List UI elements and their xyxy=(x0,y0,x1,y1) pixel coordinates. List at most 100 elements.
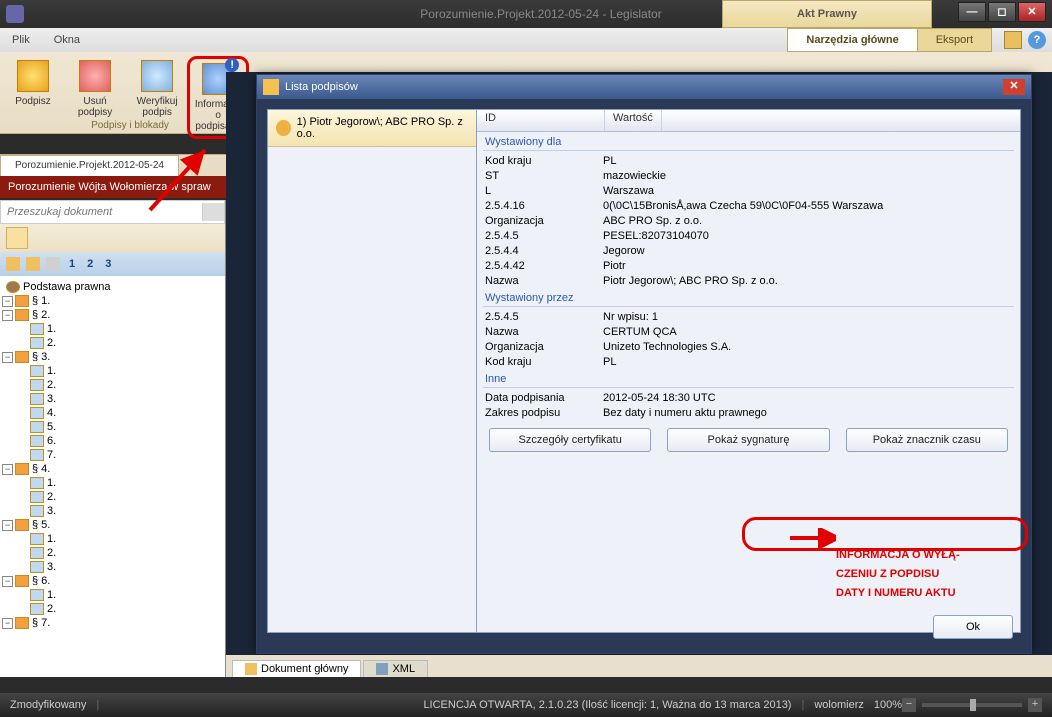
tab-narzedzia-glowne[interactable]: Narzędzia główne xyxy=(787,28,917,52)
menu-bar: Plik Okna Narzędzia główne Eksport ? xyxy=(0,28,1052,52)
tool-icon-1[interactable] xyxy=(6,257,20,271)
level-1[interactable]: 1 xyxy=(66,258,78,270)
section-wystawiony-dla: Wystawiony dla xyxy=(483,132,1014,151)
tree-node-s3-7[interactable]: 7. xyxy=(2,448,223,462)
tree-node-s5[interactable]: −§ 5. xyxy=(2,518,223,532)
detail-row[interactable]: LWarszawa xyxy=(483,183,1014,198)
tree-node-s5-2[interactable]: 2. xyxy=(2,546,223,560)
zoom-out-button[interactable]: − xyxy=(902,698,916,712)
zoom-thumb[interactable] xyxy=(970,699,976,711)
tree-node-s6[interactable]: −§ 6. xyxy=(2,574,223,588)
tree-node-s3-6[interactable]: 6. xyxy=(2,434,223,448)
detail-row[interactable]: OrganizacjaABC PRO Sp. z o.o. xyxy=(483,213,1014,228)
tree-node-s7[interactable]: −§ 7. xyxy=(2,616,223,630)
document-title-banner: Porozumienie Wójta Wołomierza w spraw xyxy=(0,176,226,198)
detail-row[interactable]: 2.5.4.42Piotr xyxy=(483,258,1014,273)
zoom-slider[interactable] xyxy=(922,703,1022,707)
tree-node-s5-3[interactable]: 3. xyxy=(2,560,223,574)
tree-node-s3[interactable]: −§ 3. xyxy=(2,350,223,364)
menu-plik[interactable]: Plik xyxy=(0,34,42,46)
search-input[interactable] xyxy=(1,206,202,218)
dialog-title: Lista podpisów xyxy=(285,81,358,93)
detail-key: Zakres podpisu xyxy=(485,407,603,419)
detail-row[interactable]: 2.5.4.4Jegorow xyxy=(483,243,1014,258)
para-icon xyxy=(15,351,29,363)
detail-row[interactable]: Kod krajuPL xyxy=(483,153,1014,168)
tree-node-s3-5[interactable]: 5. xyxy=(2,420,223,434)
sub-icon xyxy=(30,547,44,559)
detail-row[interactable]: 2.5.4.5Nr wpisu: 1 xyxy=(483,309,1014,324)
tab-dokument-glowny[interactable]: Dokument główny xyxy=(232,660,361,677)
detail-row[interactable]: Kod krajuPL xyxy=(483,354,1014,369)
detail-value: 0(\0C\15BronisÅ‚awa Czecha 59\0C\0F04-55… xyxy=(603,200,1012,212)
level-2[interactable]: 2 xyxy=(84,258,96,270)
menu-okna[interactable]: Okna xyxy=(42,34,92,46)
detail-key: 2.5.4.42 xyxy=(485,260,603,272)
detail-row[interactable]: NazwaPiotr Jegorow\; ABC PRO Sp. z o.o. xyxy=(483,273,1014,288)
outline-tree[interactable]: Podstawa prawna −§ 1. −§ 2. 1. 2. −§ 3. … xyxy=(0,276,225,677)
tool-icon-3[interactable] xyxy=(46,257,60,271)
tree-node-s2-1[interactable]: 1. xyxy=(2,322,223,336)
tree-node-s3-3[interactable]: 3. xyxy=(2,392,223,406)
detail-row[interactable]: 2.5.4.5PESEL:82073104070 xyxy=(483,228,1014,243)
detail-key: L xyxy=(485,185,603,197)
detail-row[interactable]: OrganizacjaUnizeto Technologies S.A. xyxy=(483,339,1014,354)
maximize-button[interactable]: ◻ xyxy=(988,2,1016,22)
doc-tab-icon xyxy=(245,663,257,675)
tree-node-s3-2[interactable]: 2. xyxy=(2,378,223,392)
dialog-close-button[interactable]: ✕ xyxy=(1003,79,1025,95)
tree-node-s1[interactable]: −§ 1. xyxy=(2,294,223,308)
collapse-icon[interactable]: − xyxy=(2,296,13,307)
outline-tab-icon[interactable] xyxy=(6,227,28,249)
tree-node-s2[interactable]: −§ 2. xyxy=(2,308,223,322)
level-3[interactable]: 3 xyxy=(102,258,114,270)
collapse-icon[interactable]: − xyxy=(2,618,13,629)
tree-node-podstawa[interactable]: Podstawa prawna xyxy=(2,280,223,294)
ribbon-usun-podpisy[interactable]: Usuń podpisy xyxy=(63,56,127,122)
collapse-icon[interactable]: − xyxy=(2,520,13,531)
tree-node-s4[interactable]: −§ 4. xyxy=(2,462,223,476)
detail-row[interactable]: Zakres podpisuBez daty i numeru aktu pra… xyxy=(483,405,1014,420)
tree-node-s4-1[interactable]: 1. xyxy=(2,476,223,490)
tab-xml[interactable]: XML xyxy=(363,660,428,677)
collapse-icon[interactable]: − xyxy=(2,352,13,363)
ribbon-podpisz[interactable]: Podpisz xyxy=(6,56,60,111)
ok-button[interactable]: Ok xyxy=(933,615,1013,639)
document-tab[interactable]: Porozumienie.Projekt.2012-05-24 xyxy=(0,155,179,176)
sub-icon xyxy=(30,561,44,573)
tree-node-s4-2[interactable]: 2. xyxy=(2,490,223,504)
signature-list-item[interactable]: 1) Piotr Jegorow\; ABC PRO Sp. z o.o. xyxy=(268,110,476,147)
tree-node-s5-1[interactable]: 1. xyxy=(2,532,223,546)
detail-row[interactable]: NazwaCERTUM QCA xyxy=(483,324,1014,339)
col-id[interactable]: ID xyxy=(477,110,605,131)
tree-node-s3-4[interactable]: 4. xyxy=(2,406,223,420)
detail-row[interactable]: 2.5.4.160(\0C\15BronisÅ‚awa Czecha 59\0C… xyxy=(483,198,1014,213)
btn-szczegoly-certyfikatu[interactable]: Szczegóły certyfikatu xyxy=(489,428,651,452)
btn-pokaz-sygnature[interactable]: Pokaż sygnaturę xyxy=(667,428,829,452)
collapse-icon[interactable]: − xyxy=(2,576,13,587)
close-button[interactable]: ✕ xyxy=(1018,2,1046,22)
tree-node-s6-1[interactable]: 1. xyxy=(2,588,223,602)
detail-row[interactable]: Data podpisania2012-05-24 18:30 UTC xyxy=(483,390,1014,405)
help-button[interactable]: ? xyxy=(1028,31,1046,49)
tool-icon-2[interactable] xyxy=(26,257,40,271)
folder-icon[interactable] xyxy=(1004,31,1022,49)
tree-node-s2-2[interactable]: 2. xyxy=(2,336,223,350)
ribbon-weryfikuj[interactable]: Weryfikuj podpis xyxy=(130,56,184,122)
collapse-icon[interactable]: − xyxy=(2,310,13,321)
search-go-icon[interactable] xyxy=(202,203,224,221)
detail-row[interactable]: STmazowieckie xyxy=(483,168,1014,183)
collapse-icon[interactable]: − xyxy=(2,464,13,475)
detail-value: Bez daty i numeru aktu prawnego xyxy=(603,407,1012,419)
dialog-titlebar[interactable]: Lista podpisów ✕ xyxy=(257,75,1031,99)
tree-node-s3-1[interactable]: 1. xyxy=(2,364,223,378)
col-value[interactable]: Wartość xyxy=(605,110,662,131)
btn-pokaz-znacznik-czasu[interactable]: Pokaż znacznik czasu xyxy=(846,428,1008,452)
context-tab-akt-prawny[interactable]: Akt Prawny xyxy=(722,0,932,28)
tab-eksport[interactable]: Eksport xyxy=(917,28,992,52)
minimize-button[interactable]: — xyxy=(958,2,986,22)
sub-icon xyxy=(30,505,44,517)
tree-node-s4-3[interactable]: 3. xyxy=(2,504,223,518)
zoom-in-button[interactable]: + xyxy=(1028,698,1042,712)
tree-node-s6-2[interactable]: 2. xyxy=(2,602,223,616)
